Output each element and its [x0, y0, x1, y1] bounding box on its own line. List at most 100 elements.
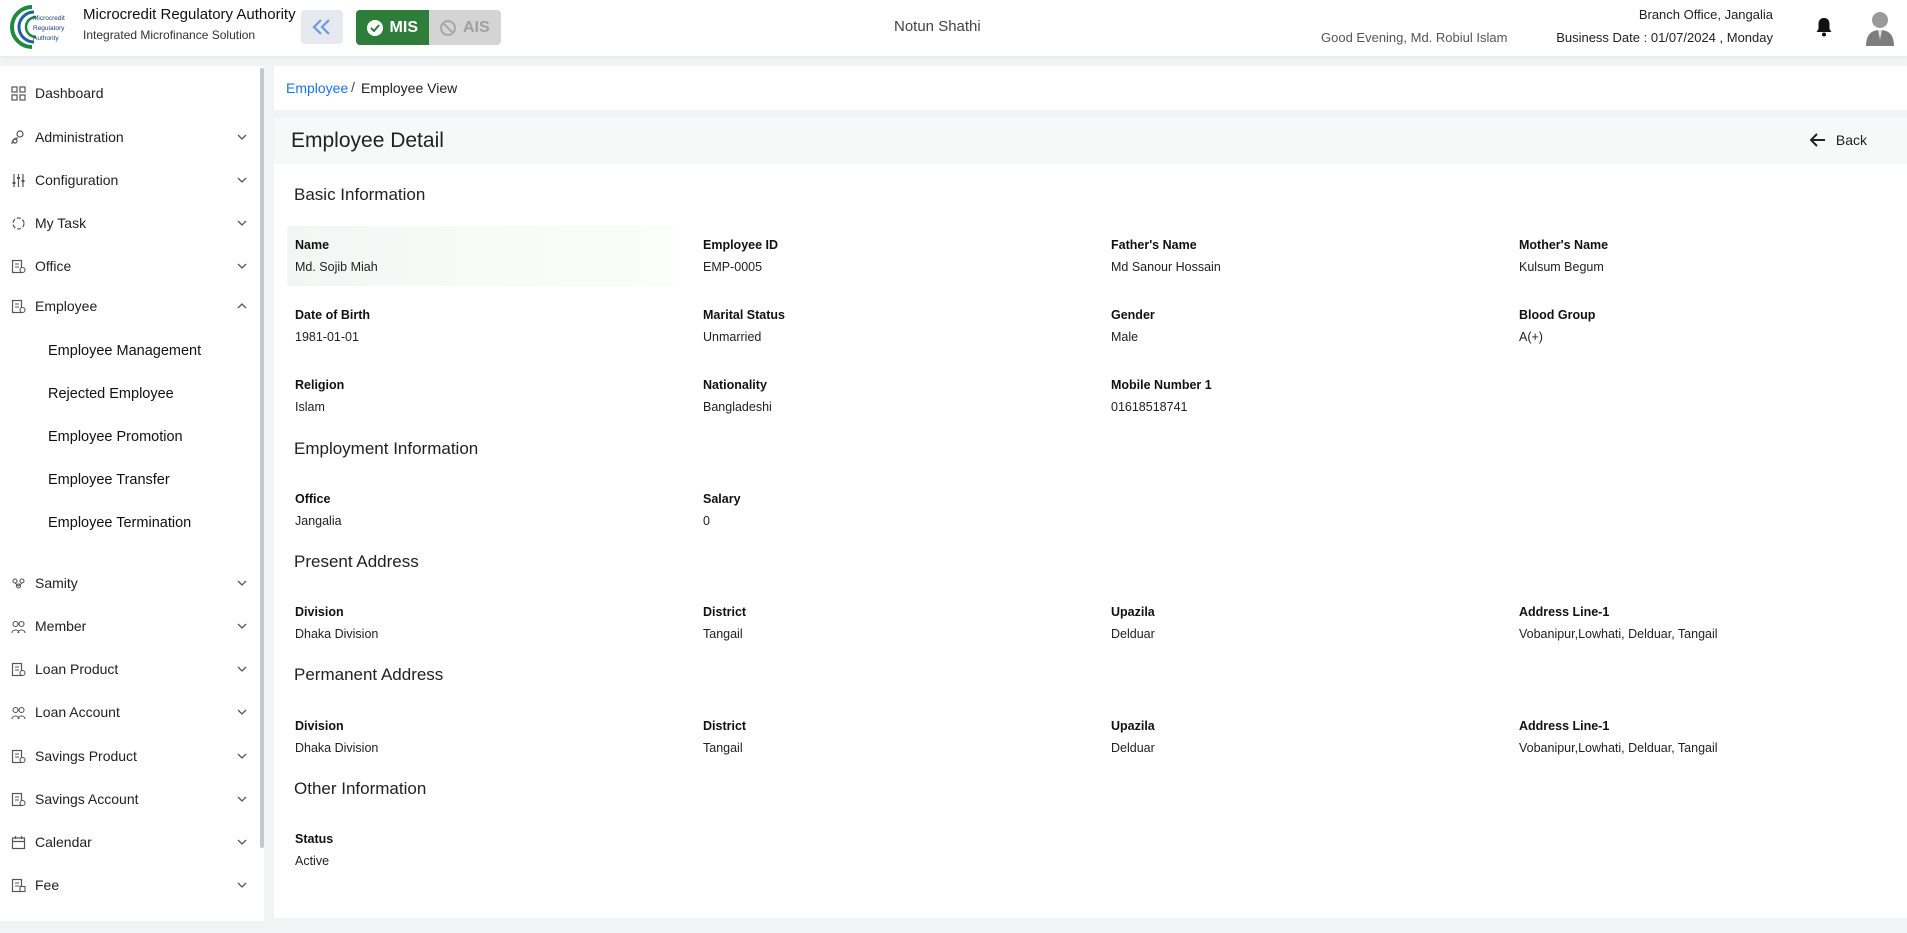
field-value: 01618518741	[1111, 400, 1188, 414]
notification-bell-icon[interactable]	[1815, 17, 1833, 37]
sidebar-sub-employee-transfer[interactable]: Employee Transfer	[48, 472, 170, 488]
top-header: Microcredit Regulatory Authority Microcr…	[0, 0, 1907, 56]
admin-icon	[11, 129, 24, 144]
field-value: Active	[295, 854, 330, 868]
mis-mode-label: MIS	[389, 18, 418, 36]
savings-product-icon	[11, 749, 26, 763]
sidebar-item-savings-product[interactable]: Savings Product	[0, 736, 258, 776]
field-permanent-district: District Tangail	[703, 719, 1093, 755]
ais-mode-button[interactable]: AIS	[429, 10, 501, 45]
sidebar-item-label: My Task	[35, 215, 87, 231]
brand-subtitle: Integrated Microfinance Solution	[83, 28, 256, 42]
sidebar-item-configuration[interactable]: Configuration	[0, 160, 258, 200]
user-avatar-icon[interactable]	[1864, 10, 1896, 46]
blocked-icon	[440, 19, 456, 36]
field-permanent-division: Division Dhaka Division	[295, 719, 685, 755]
organization-name: Notun Shathi	[894, 18, 981, 35]
samity-icon	[12, 577, 25, 589]
sidebar-item-label: Savings Product	[35, 748, 137, 764]
field-gender: Gender Male	[1111, 308, 1501, 344]
field-value: Jangalia	[295, 514, 342, 528]
field-label: Upazila	[1111, 719, 1155, 733]
sidebar-sub-rejected-employee[interactable]: Rejected Employee	[48, 386, 174, 402]
sidebar-item-calendar[interactable]: Calendar	[0, 822, 258, 862]
field-label: Religion	[295, 378, 345, 392]
sidebar-item-label: Loan Account	[35, 704, 120, 720]
sidebar-item-employee[interactable]: Employee	[0, 286, 258, 326]
mra-logo: Microcredit Regulatory Authority	[10, 5, 65, 49]
sidebar-item-label: Employee	[35, 298, 98, 314]
field-value: 0	[703, 514, 710, 528]
sidebar-scrollbar[interactable]	[260, 68, 264, 848]
chevron-down-icon	[237, 839, 247, 845]
sidebar-item-samity[interactable]: Samity	[0, 563, 258, 603]
chevron-down-icon	[237, 882, 247, 888]
sidebar-item-label: Dashboard	[35, 85, 104, 101]
field-label: Marital Status	[703, 308, 785, 322]
section-title-permanent-address: Permanent Address	[294, 665, 444, 684]
field-value: Md Sanour Hossain	[1111, 260, 1221, 274]
logo-text-2: Regulatory	[33, 25, 65, 32]
sidebar-item-fee[interactable]: Fee	[0, 865, 258, 905]
logo-text-3: Authority	[33, 35, 59, 42]
sidebar-sub-employee-termination[interactable]: Employee Termination	[48, 515, 191, 531]
greeting-text: Good Evening, Md. Robiul Islam	[1321, 30, 1508, 45]
page-title: Employee Detail	[291, 129, 444, 152]
field-label: Mother's Name	[1519, 238, 1609, 252]
field-value: Tangail	[703, 627, 743, 641]
collapse-sidebar-button[interactable]	[301, 10, 343, 44]
back-button[interactable]: Back	[1809, 132, 1867, 148]
field-value: Bangladeshi	[703, 400, 772, 414]
sidebar-item-label: Fee	[35, 877, 60, 893]
field-value: Dhaka Division	[295, 627, 379, 641]
sidebar-item-savings-account[interactable]: Savings Account	[0, 779, 258, 819]
sidebar-item-my-task[interactable]: My Task	[0, 203, 258, 243]
sidebar-item-loan-product[interactable]: Loan Product	[0, 649, 258, 689]
field-date-of-birth: Date of Birth 1981-01-01	[295, 308, 685, 344]
chevron-down-icon	[237, 709, 247, 715]
dashboard-icon	[11, 85, 26, 101]
double-chevron-left-icon	[312, 19, 330, 35]
sidebar-item-loan-account[interactable]: Loan Account	[0, 692, 258, 732]
field-blood-group: Blood Group A(+)	[1519, 308, 1907, 344]
sidebar-sub-employee-management[interactable]: Employee Management	[48, 343, 201, 359]
sliders-icon	[12, 173, 25, 187]
field-value: Tangail	[703, 741, 743, 755]
field-label: Address Line-1	[1519, 719, 1610, 733]
sidebar-item-administration[interactable]: Administration	[0, 117, 258, 157]
field-permanent-address-line-1: Address Line-1 Vobanipur,Lowhati, Deldua…	[1519, 719, 1907, 755]
sidebar-item-office[interactable]: Office	[0, 246, 258, 286]
sidebar-item-member[interactable]: Member	[0, 606, 258, 646]
sidebar-item-label: Calendar	[35, 834, 92, 850]
field-value: Delduar	[1111, 741, 1155, 755]
sidebar-item-dashboard[interactable]: Dashboard	[0, 73, 258, 113]
employee-icon	[11, 299, 26, 313]
field-label: Name	[295, 238, 330, 252]
sidebar-sub-employee-promotion[interactable]: Employee Promotion	[48, 429, 183, 445]
field-label: Father's Name	[1111, 238, 1197, 252]
field-office: Office Jangalia	[295, 492, 685, 528]
field-label: Division	[295, 605, 344, 619]
sidebar-item-label: Savings Account	[35, 791, 139, 807]
sidebar-item-label: Loan Product	[35, 661, 119, 677]
sidebar-item-label: Configuration	[35, 172, 119, 188]
mis-mode-button[interactable]: MIS	[356, 10, 429, 45]
card-header: Employee Detail Back	[274, 118, 1907, 164]
calendar-icon	[11, 835, 26, 849]
chevron-down-icon	[237, 177, 247, 183]
field-marital-status: Marital Status Unmarried	[703, 308, 1093, 344]
field-salary: Salary 0	[703, 492, 1093, 528]
chevron-down-icon	[237, 753, 247, 759]
field-label: Upazila	[1111, 605, 1155, 619]
field-present-upazila: Upazila Delduar	[1111, 605, 1501, 641]
field-label: Nationality	[703, 378, 767, 392]
field-present-address-line-1: Address Line-1 Vobanipur,Lowhati, Deldua…	[1519, 605, 1907, 641]
field-present-district: District Tangail	[703, 605, 1093, 641]
breadcrumb-employee-link[interactable]: Employee	[286, 80, 348, 96]
field-label: District	[703, 605, 747, 619]
field-name: Name Md. Sojib Miah	[295, 238, 685, 274]
loan-account-icon	[11, 706, 26, 719]
back-label: Back	[1835, 132, 1867, 148]
mode-switch: MIS AIS	[356, 10, 501, 45]
fee-icon	[11, 878, 26, 892]
